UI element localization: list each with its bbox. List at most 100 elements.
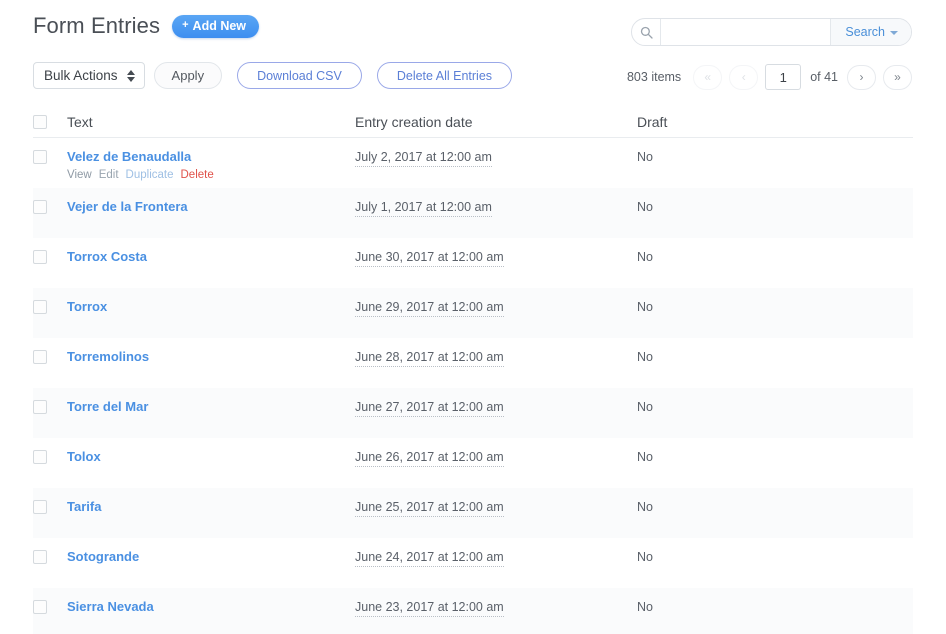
entry-draft-value: No [637,400,653,414]
search-box: Search [631,18,912,46]
column-header-text[interactable]: Text [67,114,355,130]
row-checkbox[interactable] [33,250,47,264]
row-select-cell [33,449,67,464]
entry-date-cell: June 28, 2017 at 12:00 am [355,349,637,367]
entry-date-cell: July 1, 2017 at 12:00 am [355,199,637,217]
row-checkbox[interactable] [33,300,47,314]
table-row: Tolox June 26, 2017 at 12:00 am No [33,438,913,488]
row-actions: View Edit Duplicate Delete [67,168,355,182]
entry-date: June 27, 2017 at 12:00 am [355,400,504,417]
add-new-button[interactable]: + Add New [172,14,260,38]
row-checkbox[interactable] [33,200,47,214]
bulk-actions-select[interactable]: Bulk Actions [33,62,145,89]
entries-table: Text Entry creation date Draft Velez de … [33,106,913,634]
column-header-date[interactable]: Entry creation date [355,114,637,130]
apply-button[interactable]: Apply [153,62,223,89]
entry-link[interactable]: Tolox [67,449,101,464]
entry-text-cell: Torremolinos [67,349,355,364]
entry-text-cell: Tolox [67,449,355,464]
bulk-actions-label: Bulk Actions [44,68,118,83]
entry-link[interactable]: Torremolinos [67,349,149,364]
table-row: Tarifa June 25, 2017 at 12:00 am No [33,488,913,538]
entry-date: June 30, 2017 at 12:00 am [355,250,504,267]
entry-draft-value: No [637,150,653,164]
page-header: Form Entries + Add New Search [0,0,946,56]
items-count: 803 items [626,70,682,84]
search-button[interactable]: Search [830,19,911,45]
entry-date-cell: June 27, 2017 at 12:00 am [355,399,637,417]
page-title: Form Entries [33,13,161,38]
entry-text-cell: Torrox Costa [67,249,355,264]
column-header-draft[interactable]: Draft [637,114,757,130]
stepper-arrows-icon [126,69,135,82]
entry-draft-value: No [637,500,653,514]
row-select-cell [33,249,67,264]
entry-draft-cell: No [637,349,757,365]
row-action-edit[interactable]: Edit [99,169,119,181]
pagination: 803 items « ‹ of 41 › » [627,64,912,90]
delete-all-entries-button[interactable]: Delete All Entries [376,62,513,89]
row-checkbox[interactable] [33,450,47,464]
row-checkbox[interactable] [33,400,47,414]
entry-link[interactable]: Torrox [67,299,107,314]
row-checkbox[interactable] [33,500,47,514]
entry-date: June 28, 2017 at 12:00 am [355,350,504,367]
entry-text-cell: Velez de Benaudalla View Edit Duplicate Dele… [67,149,355,182]
entry-link[interactable]: Torre del Mar [67,399,148,414]
entry-draft-cell: No [637,249,757,265]
search-button-label: Search [845,25,885,39]
entry-date: June 26, 2017 at 12:00 am [355,450,504,467]
entry-date-cell: June 25, 2017 at 12:00 am [355,499,637,517]
entry-date: June 24, 2017 at 12:00 am [355,550,504,567]
row-checkbox[interactable] [33,150,47,164]
row-select-cell [33,299,67,314]
download-csv-button[interactable]: Download CSV [237,62,362,89]
current-page-input[interactable] [765,64,802,90]
row-action-view[interactable]: View [67,169,92,181]
entry-date: July 1, 2017 at 12:00 am [355,200,492,217]
first-page-button: « [693,64,723,90]
prev-page-button: ‹ [729,64,759,90]
search-input[interactable] [660,19,831,45]
table-row: Sierra Nevada June 23, 2017 at 12:00 am No [33,588,913,634]
entry-draft-cell: No [637,399,757,415]
entry-date-cell: June 26, 2017 at 12:00 am [355,449,637,467]
chevron-down-icon [890,30,898,35]
entry-date: July 2, 2017 at 12:00 am [355,150,492,167]
row-checkbox[interactable] [33,350,47,364]
row-checkbox[interactable] [33,600,47,614]
row-action-delete[interactable]: Delete [181,169,214,181]
entry-link[interactable]: Torrox Costa [67,249,147,264]
row-checkbox[interactable] [33,550,47,564]
entry-text-cell: Sotogrande [67,549,355,564]
entry-draft-cell: No [637,449,757,465]
entry-text-cell: Sierra Nevada [67,599,355,614]
entry-link[interactable]: Sierra Nevada [67,599,154,614]
last-page-button[interactable]: » [883,64,912,90]
entry-text-cell: Torrox [67,299,355,314]
row-select-cell [33,599,67,614]
entry-link[interactable]: Tarifa [67,499,101,514]
entry-draft-cell: No [637,499,757,515]
row-action-duplicate[interactable]: Duplicate [126,169,174,181]
select-all-cell [33,114,67,129]
entry-draft-cell: No [637,549,757,565]
entry-link[interactable]: Sotogrande [67,549,139,564]
entry-date: June 29, 2017 at 12:00 am [355,300,504,317]
entry-link[interactable]: Vejer de la Frontera [67,199,188,214]
entry-link[interactable]: Velez de Benaudalla [67,149,191,164]
entry-text-cell: Torre del Mar [67,399,355,414]
table-row: Torrox Costa June 30, 2017 at 12:00 am No [33,238,913,288]
select-all-checkbox[interactable] [33,115,47,129]
table-row: Velez de Benaudalla View Edit Duplicate Dele… [33,138,913,188]
entry-draft-value: No [637,450,653,464]
entry-date-cell: June 29, 2017 at 12:00 am [355,299,637,317]
row-select-cell [33,499,67,514]
next-page-button[interactable]: › [847,64,876,90]
row-select-cell [33,199,67,214]
entry-draft-value: No [637,200,653,214]
entry-date-cell: June 24, 2017 at 12:00 am [355,549,637,567]
entry-draft-value: No [637,300,653,314]
entry-draft-value: No [637,350,653,364]
entry-draft-value: No [637,550,653,564]
